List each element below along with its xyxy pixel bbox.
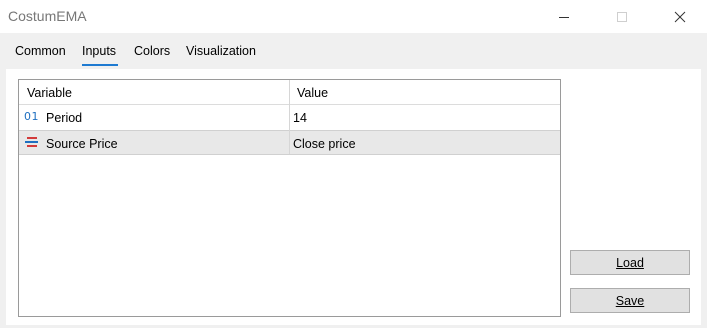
variable-name: Period [46,111,83,125]
load-label: Load [616,255,644,270]
tab-inputs[interactable]: Inputs [82,44,116,58]
minimize-button[interactable] [541,0,587,33]
maximize-button[interactable] [599,0,645,33]
close-button[interactable] [657,0,703,33]
maximize-icon [617,11,627,22]
window-titlebar: CostumEMA [0,0,707,33]
tab-colors[interactable]: Colors [134,44,170,58]
tab-visualization[interactable]: Visualization [186,44,256,58]
save-label: Save [615,293,645,308]
column-header-value[interactable]: Value [297,86,328,100]
dialog-body: Common Inputs Colors Visualization Varia… [0,33,707,328]
integer-icon: 01 [24,110,39,123]
column-divider[interactable] [289,80,290,154]
window-title: CostumEMA [8,8,87,24]
column-header-variable[interactable]: Variable [27,86,72,100]
variable-value[interactable]: Close price [293,137,356,151]
inputs-panel: Variable Value 01 Period 14 Source Price… [6,69,701,325]
enum-list-icon [24,136,40,150]
tab-common[interactable]: Common [15,44,66,58]
save-button[interactable]: Save [570,288,690,313]
inputs-grid: Variable Value 01 Period 14 Source Price… [18,79,561,317]
variable-value[interactable]: 14 [293,111,307,125]
minimize-icon [559,16,569,18]
load-button[interactable]: Load [570,250,690,275]
active-tab-indicator [82,64,118,66]
close-icon [674,11,686,22]
variable-name: Source Price [46,137,118,151]
